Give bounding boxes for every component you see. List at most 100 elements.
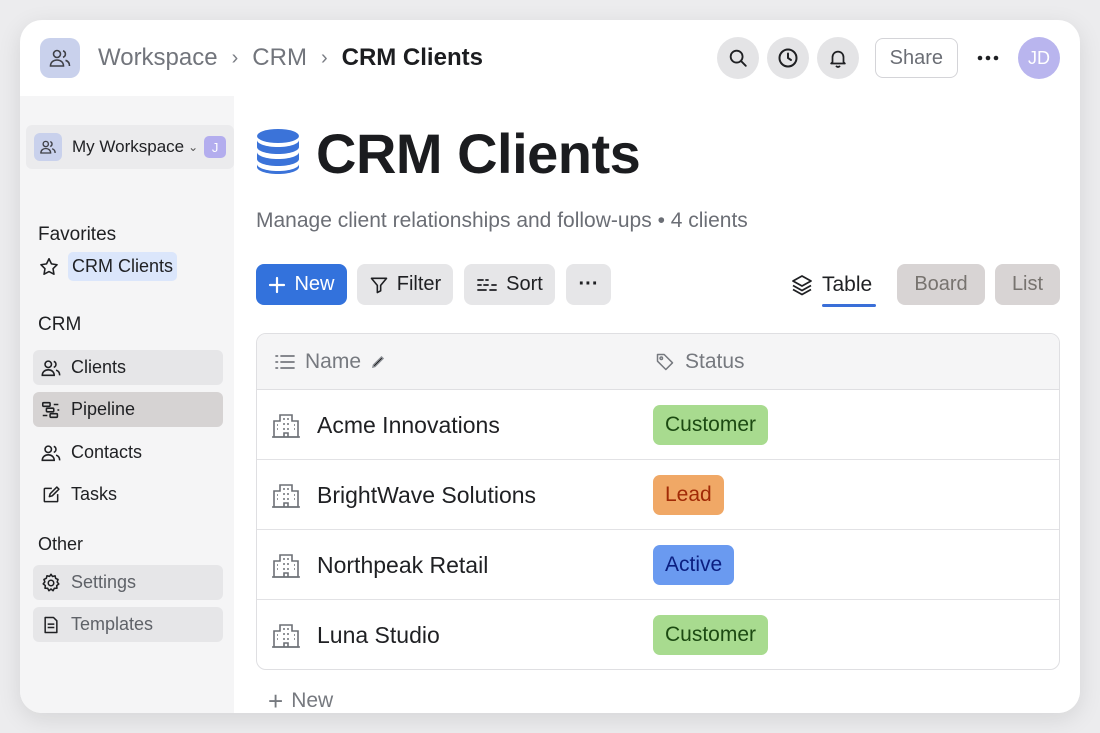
crm-heading: CRM [38, 314, 82, 335]
status-badge: Active [653, 545, 735, 585]
sidebar-item-pipeline[interactable]: Pipeline [33, 392, 223, 427]
clock-icon [778, 48, 798, 68]
topbar-actions: Share JD [709, 37, 1060, 79]
users-icon [39, 356, 63, 380]
clients-table: Name Status Acme Innovations Customer Br… [256, 333, 1060, 670]
workspace-users-icon [34, 133, 62, 161]
favorite-label: CRM Clients [68, 252, 178, 281]
sidebar-item-settings[interactable]: Settings [33, 565, 223, 600]
sort-button-label: Sort [506, 273, 543, 295]
client-name-cell[interactable]: Northpeak Retail [271, 530, 488, 600]
filter-button-label: Filter [396, 273, 442, 295]
workspace-users-icon[interactable] [40, 38, 80, 78]
sidebar-item-label: Clients [71, 357, 127, 377]
column-status-label: Status [685, 350, 745, 373]
status-badge: Lead [653, 475, 724, 515]
client-name-cell[interactable]: Luna Studio [271, 600, 440, 669]
breadcrumb-separator-icon: › [231, 46, 239, 69]
filter-icon [369, 275, 389, 295]
column-name-label: Name [305, 350, 362, 373]
tab-list[interactable]: List [995, 264, 1060, 305]
toolbar: New Filter Sort ··· Table Board List [256, 264, 1060, 307]
sort-button[interactable]: Sort [464, 264, 555, 305]
database-icon [256, 128, 300, 179]
plus-icon: + [268, 686, 284, 713]
share-button[interactable]: Share [874, 38, 958, 78]
status-cell[interactable]: Customer [653, 615, 769, 655]
bell-icon [829, 50, 846, 68]
history-button[interactable] [766, 37, 809, 79]
client-name-cell[interactable]: Acme Innovations [271, 390, 500, 460]
sidebar-item-label: Templates [71, 614, 154, 634]
sidebar-item-label: Pipeline [71, 399, 136, 419]
star-icon [40, 257, 58, 275]
pencil-icon [371, 355, 385, 369]
table-header: Name Status [257, 334, 1059, 390]
sort-icon [476, 276, 498, 294]
more-options-button[interactable] [972, 38, 1004, 78]
client-name-cell[interactable]: BrightWave Solutions [271, 460, 536, 530]
avatar[interactable]: JD [1018, 37, 1060, 79]
layers-icon [790, 273, 814, 297]
building-icon [271, 482, 301, 508]
breadcrumb-current: CRM Clients [341, 44, 483, 71]
favorites-heading: Favorites [38, 224, 117, 245]
workspace-name: My Workspace [72, 137, 185, 156]
favorite-item-crm-clients[interactable]: CRM Clients [38, 252, 178, 281]
other-heading: Other [38, 534, 84, 554]
table-row[interactable]: Luna Studio Customer [257, 600, 1059, 669]
status-cell[interactable]: Active [653, 545, 735, 585]
app-window: Workspace › CRM › CRM Clients Share JD M… [20, 20, 1080, 713]
building-icon [271, 552, 301, 578]
search-icon [729, 49, 747, 67]
table-row[interactable]: Northpeak Retail Active [257, 530, 1059, 600]
breadcrumb-separator-icon: › [320, 46, 328, 69]
add-new-label: New [291, 689, 334, 712]
sidebar-item-tasks[interactable]: Tasks [33, 477, 223, 512]
pipeline-icon [39, 398, 63, 422]
status-badge: Customer [653, 615, 769, 655]
tab-board[interactable]: Board [897, 264, 985, 305]
filter-button[interactable]: Filter [357, 264, 453, 305]
tab-table[interactable]: Table [790, 264, 876, 307]
building-icon [271, 412, 301, 438]
status-cell[interactable]: Customer [653, 405, 769, 445]
users-icon [39, 441, 63, 465]
sidebar-item-label: Settings [71, 572, 137, 592]
list-icon [275, 354, 295, 370]
user-badge: J [204, 136, 227, 158]
status-badge: Customer [653, 405, 769, 445]
column-header-status[interactable]: Status [655, 334, 745, 390]
gear-icon [39, 571, 63, 595]
status-cell[interactable]: Lead [653, 475, 724, 515]
main-content: CRM Clients Manage client relationships … [234, 96, 1080, 713]
table-row[interactable]: Acme Innovations Customer [257, 390, 1059, 460]
notifications-button[interactable] [816, 37, 859, 79]
client-name: Luna Studio [317, 621, 440, 648]
building-icon [271, 622, 301, 648]
client-name: Acme Innovations [317, 411, 500, 438]
new-button[interactable]: New [256, 264, 347, 305]
breadcrumb-crm[interactable]: CRM [252, 44, 307, 72]
client-name: BrightWave Solutions [317, 481, 537, 508]
client-name: Northpeak Retail [317, 551, 489, 578]
active-tab-indicator [822, 304, 876, 307]
breadcrumb: Workspace › CRM › CRM Clients [98, 44, 483, 72]
sidebar-item-templates[interactable]: Templates [33, 607, 223, 642]
sidebar-item-contacts[interactable]: Contacts [33, 435, 223, 470]
column-header-name[interactable]: Name [275, 334, 385, 390]
breadcrumb-workspace[interactable]: Workspace [98, 44, 218, 72]
new-button-label: New [294, 273, 335, 295]
page-title: CRM Clients [316, 122, 641, 185]
sidebar-item-label: Contacts [71, 442, 143, 462]
add-new-row-button[interactable]: + New [268, 688, 333, 713]
top-bar: Workspace › CRM › CRM Clients Share JD [20, 20, 1080, 96]
search-button[interactable] [716, 37, 759, 79]
toolbar-more-button[interactable]: ··· [566, 264, 611, 305]
chevron-down-icon: ⌄ [188, 140, 199, 154]
table-row[interactable]: BrightWave Solutions Lead [257, 460, 1059, 530]
plus-icon [268, 276, 286, 294]
workspace-switcher[interactable]: My Workspace ⌄ J [26, 125, 234, 169]
sidebar-item-clients[interactable]: Clients [33, 350, 223, 385]
sidebar-item-label: Tasks [71, 484, 118, 504]
